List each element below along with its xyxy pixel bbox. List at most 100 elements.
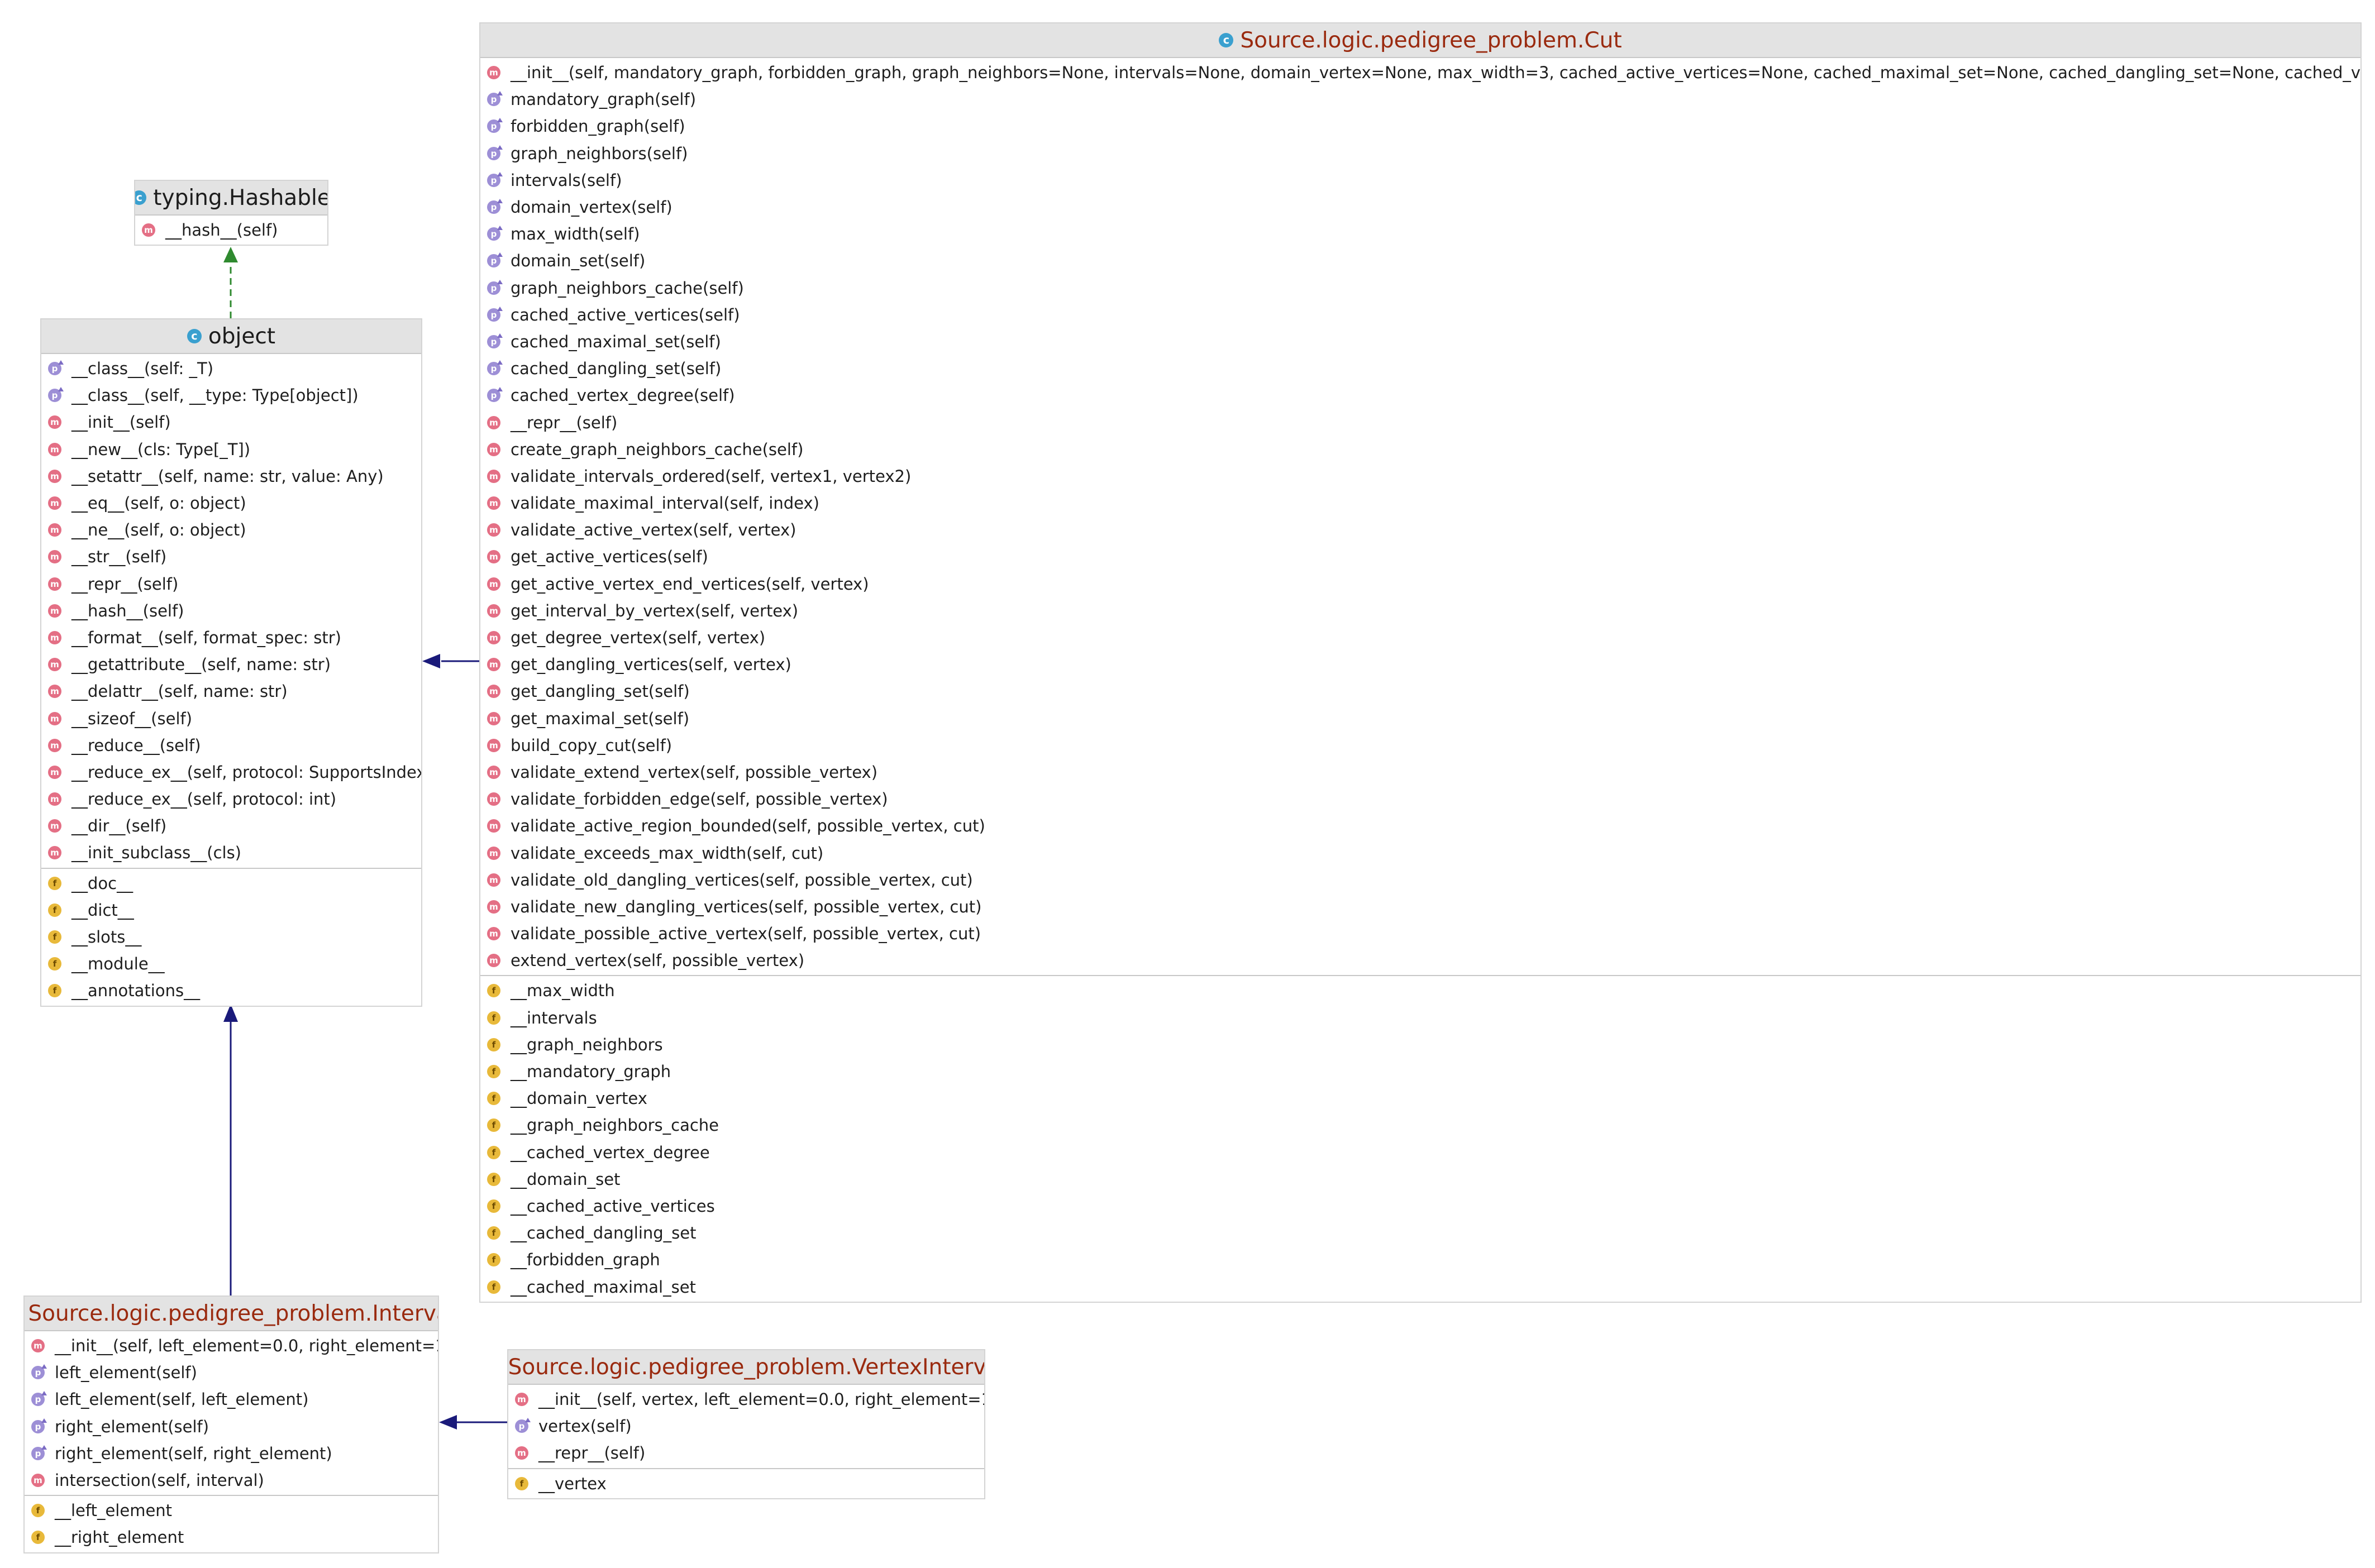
field-signature: __domain_vertex — [511, 1089, 647, 1108]
method-row[interactable]: m get_active_vertex_end_vertices(self, ve… — [480, 571, 2360, 597]
method-row[interactable]: m __repr__(self) — [41, 571, 421, 597]
method-row[interactable]: m __ne__(self, o: object) — [41, 517, 421, 543]
method-row[interactable]: m validate_old_dangling_vertices(self, po… — [480, 867, 2360, 893]
field-row[interactable]: f __cached_dangling_set — [480, 1220, 2360, 1246]
method-row[interactable]: m __str__(self) — [41, 543, 421, 570]
method-row[interactable]: m __delattr__(self, name: str) — [41, 678, 421, 705]
method-row[interactable]: m __getattribute__(self, name: str) — [41, 651, 421, 678]
field-row[interactable]: f __slots__ — [41, 924, 421, 950]
method-row[interactable]: m __sizeof__(self) — [41, 705, 421, 732]
property-row[interactable]: p cached_vertex_degree(self) — [480, 382, 2360, 409]
method-row[interactable]: m get_dangling_vertices(self, vertex) — [480, 651, 2360, 678]
class-box-typing-hashable[interactable]: c typing.Hashable m __hash__(self) — [134, 180, 328, 246]
field-row[interactable]: f __graph_neighbors_cache — [480, 1112, 2360, 1139]
method-row[interactable]: m __init__(self, vertex, left_element=0.0… — [508, 1386, 984, 1413]
edge-interval-extends-object-arrowhead — [223, 1004, 238, 1022]
field-row[interactable]: f __intervals — [480, 1005, 2360, 1031]
method-row[interactable]: m validate_active_vertex(self, vertex) — [480, 517, 2360, 543]
method-row[interactable]: m validate_exceeds_max_width(self, cut) — [480, 839, 2360, 866]
property-row[interactable]: p __class__(self, __type: Type[object]) — [41, 382, 421, 409]
class-box-cut[interactable]: c Source.logic.pedigree_problem.Cut m __ini… — [479, 22, 2362, 1303]
field-row[interactable]: f __doc__ — [41, 870, 421, 897]
method-row[interactable]: m create_graph_neighbors_cache(self) — [480, 436, 2360, 463]
property-row[interactable]: p intervals(self) — [480, 167, 2360, 194]
method-row[interactable]: m get_interval_by_vertex(self, vertex) — [480, 597, 2360, 624]
class-box-vertexinterval[interactable]: cSource.logic.pedigree_problem.VertexInt… — [507, 1349, 985, 1499]
method-signature: __new__(cls: Type[_T]) — [71, 439, 251, 459]
method-row[interactable]: m __hash__(self) — [135, 217, 327, 243]
method-row[interactable]: m __reduce__(self) — [41, 732, 421, 759]
method-row[interactable]: m get_dangling_set(self) — [480, 678, 2360, 705]
field-signature: __forbidden_graph — [511, 1250, 660, 1270]
field-row[interactable]: f __graph_neighbors — [480, 1031, 2360, 1058]
field-row[interactable]: f __cached_active_vertices — [480, 1193, 2360, 1220]
field-row[interactable]: f __dict__ — [41, 897, 421, 924]
method-row[interactable]: m __dir__(self) — [41, 812, 421, 839]
field-row[interactable]: f __cached_maximal_set — [480, 1273, 2360, 1300]
property-row[interactable]: p max_width(self) — [480, 221, 2360, 247]
property-signature: domain_set(self) — [511, 251, 646, 271]
method-row[interactable]: m __repr__(self) — [508, 1440, 984, 1466]
property-icon: p — [487, 306, 503, 322]
method-row[interactable]: m __new__(cls: Type[_T]) — [41, 436, 421, 463]
method-row[interactable]: m get_active_vertices(self) — [480, 543, 2360, 570]
method-row[interactable]: m __reduce_ex__(self, protocol: int) — [41, 786, 421, 812]
property-row[interactable]: p cached_active_vertices(self) — [480, 302, 2360, 328]
method-row[interactable]: m validate_intervals_ordered(self, vertex… — [480, 463, 2360, 490]
property-row[interactable]: p right_element(self, right_element) — [25, 1440, 438, 1467]
field-row[interactable]: f __module__ — [41, 950, 421, 977]
method-row[interactable]: m get_degree_vertex(self, vertex) — [480, 624, 2360, 651]
field-row[interactable]: f __left_element — [25, 1497, 438, 1524]
property-row[interactable]: p domain_set(self) — [480, 247, 2360, 274]
property-row[interactable]: p forbidden_graph(self) — [480, 113, 2360, 140]
field-row[interactable]: f __max_width — [480, 977, 2360, 1004]
method-row[interactable]: m get_maximal_set(self) — [480, 705, 2360, 732]
method-row[interactable]: m validate_active_region_bounded(self, po… — [480, 812, 2360, 839]
property-row[interactable]: p mandatory_graph(self) — [480, 86, 2360, 113]
method-row[interactable]: m __init_subclass__(cls) — [41, 839, 421, 866]
field-row[interactable]: f __domain_vertex — [480, 1085, 2360, 1112]
method-row[interactable]: m __reduce_ex__(self, protocol: SupportsI… — [41, 759, 421, 786]
method-row[interactable]: m intersection(self, interval) — [25, 1467, 438, 1494]
field-row[interactable]: f __vertex — [508, 1470, 984, 1497]
property-row[interactable]: p graph_neighbors(self) — [480, 140, 2360, 167]
method-row[interactable]: m validate_extend_vertex(self, possible_v… — [480, 759, 2360, 786]
field-row[interactable]: f __mandatory_graph — [480, 1058, 2360, 1085]
method-row[interactable]: m validate_maximal_interval(self, index) — [480, 490, 2360, 517]
field-row[interactable]: f __domain_set — [480, 1166, 2360, 1193]
method-row[interactable]: m validate_forbidden_edge(self, possible_… — [480, 786, 2360, 812]
property-row[interactable]: p cached_maximal_set(self) — [480, 328, 2360, 355]
method-row[interactable]: m validate_possible_active_vertex(self, p… — [480, 920, 2360, 947]
field-icon: f — [515, 1476, 528, 1490]
method-row[interactable]: m __hash__(self) — [41, 597, 421, 624]
class-box-interval[interactable]: cSource.logic.pedigree_problem.Intervalm… — [23, 1295, 439, 1553]
property-row[interactable]: p domain_vertex(self) — [480, 194, 2360, 221]
method-signature: get_active_vertices(self) — [511, 547, 708, 567]
field-row[interactable]: f __right_element — [25, 1524, 438, 1551]
class-box-object[interactable]: c object p __class__(self: _T) p __class__(se… — [40, 318, 422, 1007]
method-row[interactable]: m __eq__(self, o: object) — [41, 490, 421, 517]
property-icon: p — [31, 1445, 47, 1460]
property-row[interactable]: p cached_dangling_set(self) — [480, 355, 2360, 382]
property-row[interactable]: p vertex(self) — [508, 1413, 984, 1440]
field-row[interactable]: f __cached_vertex_degree — [480, 1139, 2360, 1166]
method-row[interactable]: m __init__(self, left_element=0.0, right_… — [25, 1332, 438, 1359]
method-signature: create_graph_neighbors_cache(self) — [511, 439, 804, 459]
property-row[interactable]: p __class__(self: _T) — [41, 355, 421, 382]
method-row[interactable]: m __setattr__(self, name: str, value: Any… — [41, 463, 421, 490]
method-row[interactable]: m __repr__(self) — [480, 409, 2360, 436]
method-row[interactable]: m __format__(self, format_spec: str) — [41, 624, 421, 651]
property-row[interactable]: p graph_neighbors_cache(self) — [480, 275, 2360, 302]
method-signature: get_dangling_set(self) — [511, 682, 690, 701]
method-row[interactable]: m __init__(self) — [41, 409, 421, 436]
property-icon: p — [31, 1391, 47, 1407]
method-row[interactable]: m build_copy_cut(self) — [480, 732, 2360, 759]
method-row[interactable]: m validate_new_dangling_vertices(self, po… — [480, 893, 2360, 920]
field-row[interactable]: f __forbidden_graph — [480, 1246, 2360, 1273]
method-row[interactable]: m __init__(self, mandatory_graph, forbidd… — [480, 59, 2360, 86]
property-row[interactable]: p left_element(self) — [25, 1359, 438, 1386]
method-row[interactable]: m extend_vertex(self, possible_vertex) — [480, 947, 2360, 974]
property-row[interactable]: p left_element(self, left_element) — [25, 1386, 438, 1413]
property-row[interactable]: p right_element(self) — [25, 1413, 438, 1440]
field-row[interactable]: f __annotations__ — [41, 977, 421, 1004]
